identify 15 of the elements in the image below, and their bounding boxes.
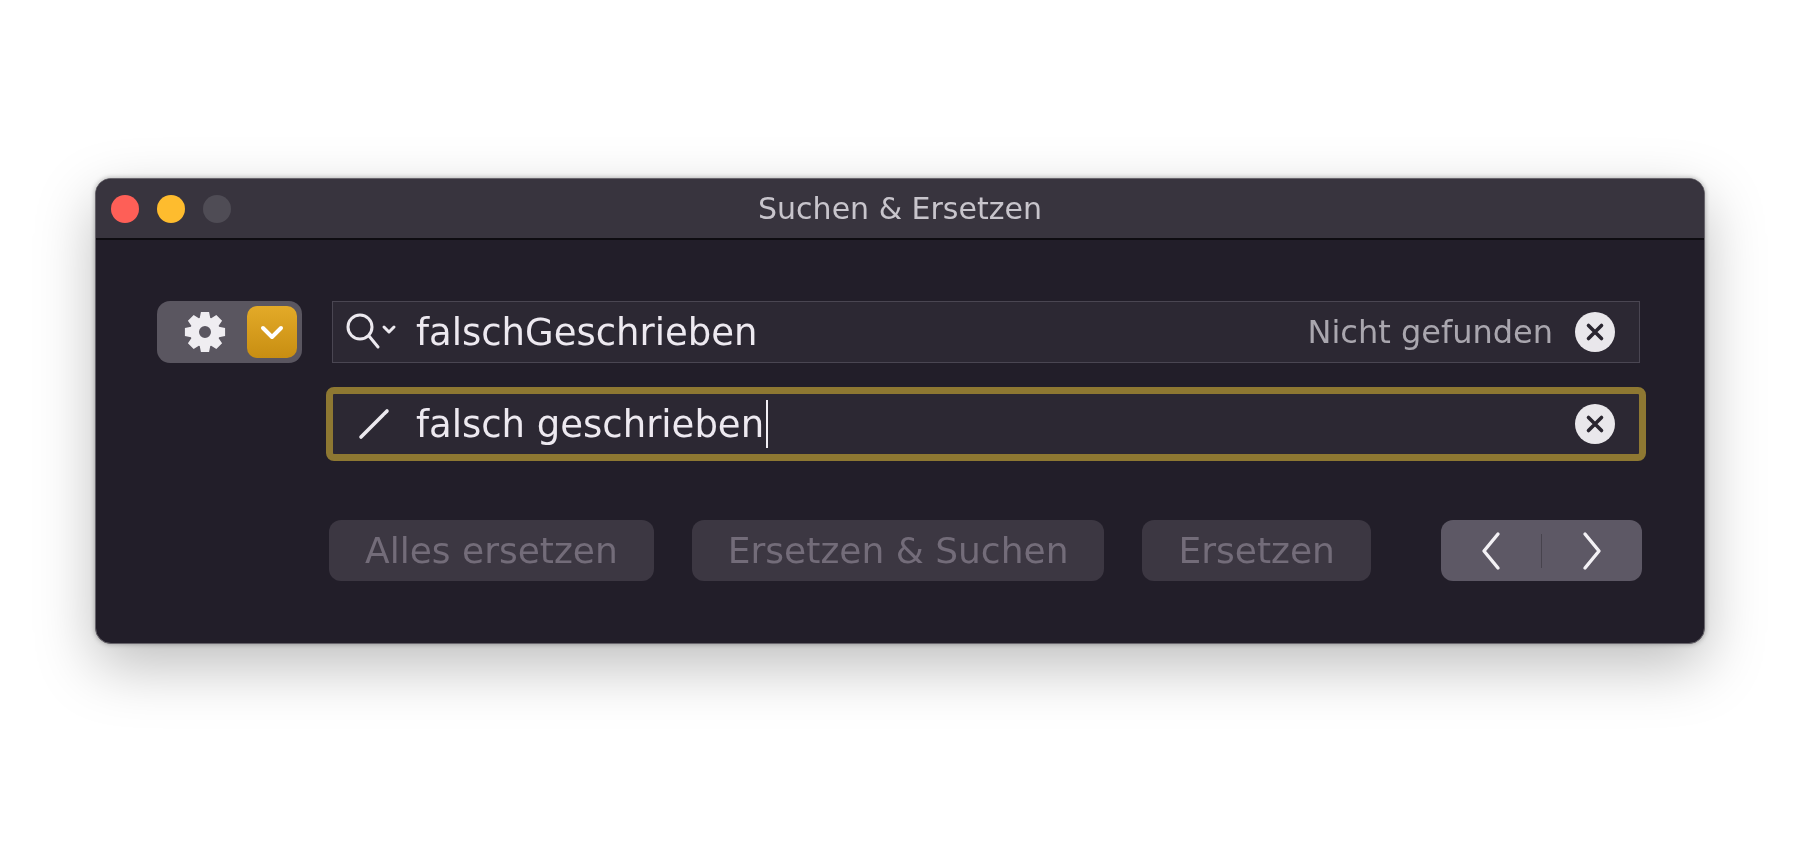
replace-field[interactable]: falsch geschrieben <box>326 387 1646 461</box>
replace-text: falsch geschrieben <box>416 402 765 446</box>
gear-icon <box>184 311 226 353</box>
search-field[interactable]: falschGeschrieben Nicht gefunden <box>332 301 1640 363</box>
clear-icon[interactable] <box>1575 404 1615 444</box>
search-text: falschGeschrieben <box>416 310 758 354</box>
minimize-button[interactable] <box>157 194 185 223</box>
window-title: Suchen & Ersetzen <box>758 191 1042 226</box>
close-button[interactable] <box>111 194 139 223</box>
search-status-text: Nicht gefunden <box>1307 313 1553 351</box>
chevron-left-icon <box>1480 530 1502 571</box>
chevron-down-icon <box>247 306 297 358</box>
clear-icon[interactable] <box>1575 312 1615 352</box>
action-menu-button[interactable] <box>157 301 302 363</box>
chevron-right-icon <box>1581 530 1603 571</box>
